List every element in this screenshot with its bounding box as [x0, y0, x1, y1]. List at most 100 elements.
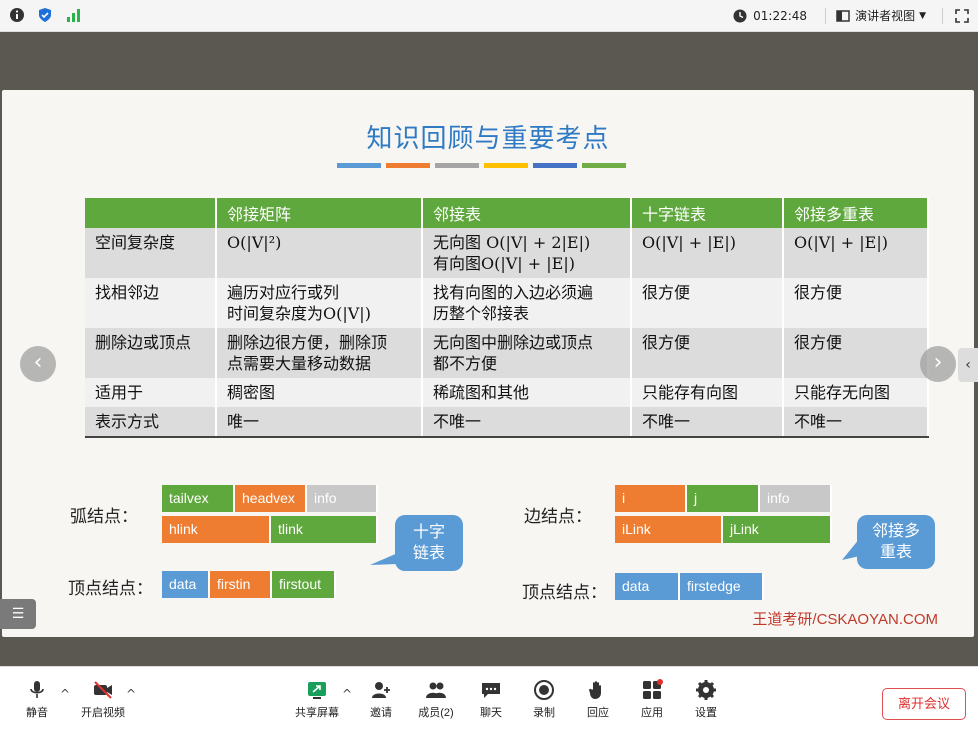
- meeting-toolbar: 静音 ^ 开启视频 ^ 共享屏幕 ^ 邀请 成员(2) 聊天 录制 回应 应用 …: [0, 666, 978, 731]
- table-header-cell: 邻接多重表: [783, 198, 929, 228]
- record-icon: [534, 679, 554, 700]
- clock-icon: [733, 9, 747, 22]
- hand-icon: [589, 680, 601, 699]
- color-bar: [386, 163, 430, 168]
- share-label: 共享屏幕: [295, 706, 339, 719]
- signal-icon[interactable]: [65, 7, 81, 23]
- apps-label: 应用: [641, 706, 663, 719]
- node-field: firstout: [272, 571, 336, 598]
- fullscreen-icon[interactable]: [955, 8, 969, 23]
- node-field: tailvex: [162, 485, 235, 512]
- comparison-table: 邻接矩阵 邻接表 十字链表 邻接多重表 空间复杂度 O(|V|²) 无向图 O(…: [85, 198, 929, 438]
- record-button[interactable]: 录制: [529, 667, 559, 731]
- chevron-up-icon[interactable]: ^: [126, 687, 136, 701]
- table-cell: 空间复杂度: [85, 228, 217, 278]
- shield-icon[interactable]: [37, 7, 53, 23]
- cross-list-callout: 十字 链表: [395, 515, 463, 571]
- multi-list-callout: 邻接多 重表: [857, 515, 935, 569]
- chevron-right-icon: ›: [933, 350, 943, 375]
- callout-tail: [842, 538, 860, 560]
- color-bar: [484, 163, 528, 168]
- callout-tail: [370, 552, 400, 565]
- table-cell: 删除边很方便，删除顶 点需要大量移动数据: [216, 328, 423, 378]
- node-field: info: [307, 485, 378, 512]
- arc-node-label: 弧结点：: [70, 507, 138, 527]
- view-mode-selector[interactable]: 演讲者视图: [855, 7, 915, 24]
- divider: [942, 7, 943, 24]
- table-row: 适用于 稠密图 稀疏图和其他 只能存有向图 只能存无向图: [85, 378, 929, 407]
- node-field: jLink: [723, 516, 832, 543]
- table-row: 空间复杂度 O(|V|²) 无向图 O(|V| + 2|E|) 有向图O(|V|…: [85, 228, 929, 278]
- table-cell: 稀疏图和其他: [422, 378, 632, 407]
- video-button[interactable]: 开启视频: [78, 667, 128, 731]
- apps-icon: [643, 678, 663, 699]
- color-bar: [533, 163, 577, 168]
- microphone-icon: [30, 680, 44, 698]
- settings-button[interactable]: 设置: [691, 667, 721, 731]
- prev-slide-button[interactable]: ‹: [20, 346, 56, 382]
- chat-button[interactable]: 聊天: [476, 667, 506, 731]
- add-user-icon: [372, 681, 390, 698]
- node-field: hlink: [162, 516, 271, 543]
- video-label: 开启视频: [81, 706, 125, 719]
- side-panel-toggle[interactable]: ‹: [958, 348, 978, 382]
- node-field: data: [162, 571, 210, 598]
- color-bar: [582, 163, 626, 168]
- table-cell: 找有向图的入边必须遍 历整个邻接表: [422, 278, 632, 328]
- meeting-timer: 01:22:48: [753, 8, 808, 23]
- node-field: headvex: [235, 485, 307, 512]
- node-field: data: [615, 573, 680, 600]
- chevron-left-icon: ‹: [33, 350, 43, 375]
- chevron-down-icon[interactable]: ▼: [919, 11, 926, 21]
- table-cell: O(|V| + |E|): [783, 228, 929, 278]
- table-cell: 很方便: [783, 278, 929, 328]
- table-cell: 很方便: [631, 328, 784, 378]
- table-cell: 遍历对应行或列 时间复杂度为O(|V|): [216, 278, 423, 328]
- node-field: firstin: [210, 571, 272, 598]
- table-row: 找相邻边 遍历对应行或列 时间复杂度为O(|V|) 找有向图的入边必须遍 历整个…: [85, 278, 929, 328]
- react-button[interactable]: 回应: [583, 667, 613, 731]
- node-field: info: [760, 485, 832, 512]
- invite-button[interactable]: 邀请: [366, 667, 396, 731]
- members-button[interactable]: 成员(2): [414, 667, 458, 731]
- settings-label: 设置: [695, 706, 717, 719]
- table-header-cell: 邻接矩阵: [216, 198, 423, 228]
- mute-button[interactable]: 静音: [22, 667, 52, 731]
- record-label: 录制: [533, 706, 555, 719]
- slide-title: 知识回顾与重要考点: [366, 124, 610, 154]
- leave-meeting-button[interactable]: 离开会议: [882, 688, 966, 720]
- node-field: i: [615, 485, 687, 512]
- slide: 知识回顾与重要考点 邻接矩阵 邻接表 十字链表 邻接多重表 空间复杂度 O(|V…: [2, 90, 974, 637]
- info-icon[interactable]: [9, 7, 25, 23]
- share-screen-button[interactable]: 共享屏幕: [292, 667, 342, 731]
- table-cell: 不唯一: [783, 407, 929, 438]
- chevron-up-icon[interactable]: ^: [60, 687, 70, 701]
- edge-node-label: 边结点：: [524, 507, 592, 527]
- vertex-node-label: 顶点结点：: [522, 583, 607, 603]
- invite-label: 邀请: [370, 706, 392, 719]
- members-icon: [426, 682, 446, 698]
- mute-label: 静音: [26, 706, 48, 719]
- apps-button[interactable]: 应用: [637, 667, 667, 731]
- node-field: tlink: [271, 516, 378, 543]
- next-slide-button[interactable]: ›: [920, 346, 956, 382]
- table-cell: 表示方式: [85, 407, 217, 438]
- brand-watermark: 王道考研/CSKAOYAN.COM: [752, 611, 938, 628]
- table-header-row: 邻接矩阵 邻接表 十字链表 邻接多重表: [85, 198, 929, 228]
- table-cell: 只能存无向图: [783, 378, 929, 407]
- slide-list-button[interactable]: ☰: [0, 599, 36, 629]
- table-cell: 不唯一: [422, 407, 632, 438]
- chat-label: 聊天: [480, 706, 502, 719]
- chevron-up-icon[interactable]: ^: [342, 687, 352, 701]
- table-header-cell: [85, 198, 217, 228]
- table-cell: 无向图中删除边或顶点 都不方便: [422, 328, 632, 378]
- table-cell: 适用于: [85, 378, 217, 407]
- node-field: firstedge: [680, 573, 764, 600]
- table-cell: 稠密图: [216, 378, 423, 407]
- table-cell: 无向图 O(|V| + 2|E|) 有向图O(|V| + |E|): [422, 228, 632, 278]
- react-label: 回应: [587, 706, 609, 719]
- video-off-icon: [94, 680, 112, 699]
- table-cell: O(|V| + |E|): [631, 228, 784, 278]
- table-cell: 删除边或顶点: [85, 328, 217, 378]
- chevron-left-icon: ‹: [965, 357, 971, 373]
